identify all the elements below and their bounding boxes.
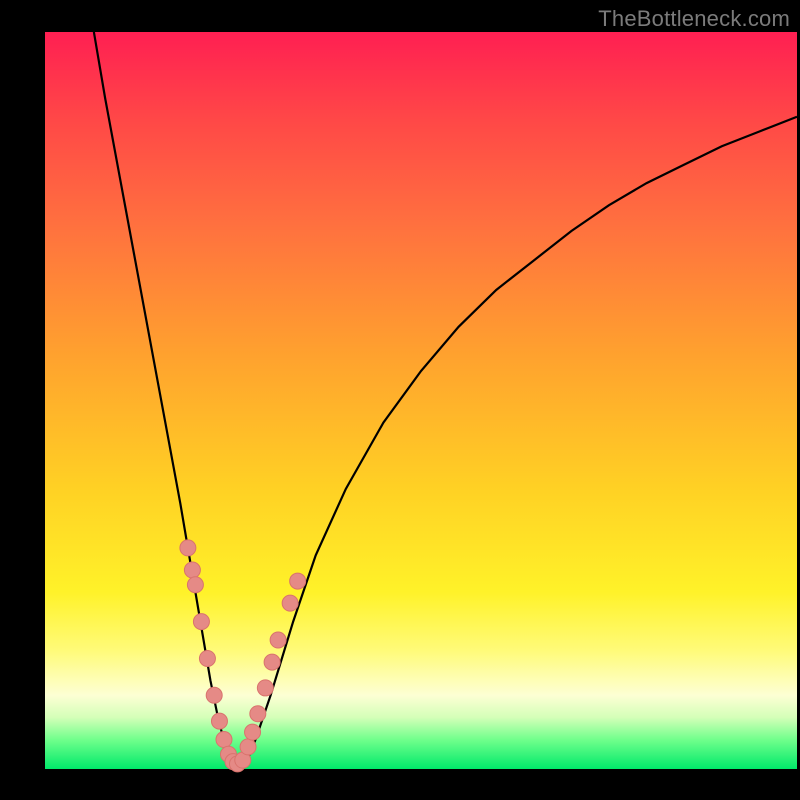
highlighted-point	[282, 595, 298, 611]
highlighted-point	[250, 706, 266, 722]
highlighted-point	[270, 632, 286, 648]
highlighted-point	[187, 577, 203, 593]
highlighted-point	[180, 540, 196, 556]
highlighted-points-group	[180, 540, 306, 772]
highlighted-point	[245, 724, 261, 740]
highlighted-point	[211, 713, 227, 729]
highlighted-point	[240, 739, 256, 755]
highlighted-point	[184, 562, 200, 578]
highlighted-point	[290, 573, 306, 589]
highlighted-point	[216, 732, 232, 748]
highlighted-point	[257, 680, 273, 696]
plot-area	[45, 32, 797, 769]
highlighted-point	[206, 687, 222, 703]
curve-layer	[45, 32, 797, 769]
watermark-text: TheBottleneck.com	[598, 6, 790, 32]
chart-frame: TheBottleneck.com	[0, 0, 800, 800]
highlighted-point	[264, 654, 280, 670]
highlighted-point	[193, 614, 209, 630]
highlighted-point	[199, 650, 215, 666]
bottleneck-curve	[94, 32, 797, 765]
